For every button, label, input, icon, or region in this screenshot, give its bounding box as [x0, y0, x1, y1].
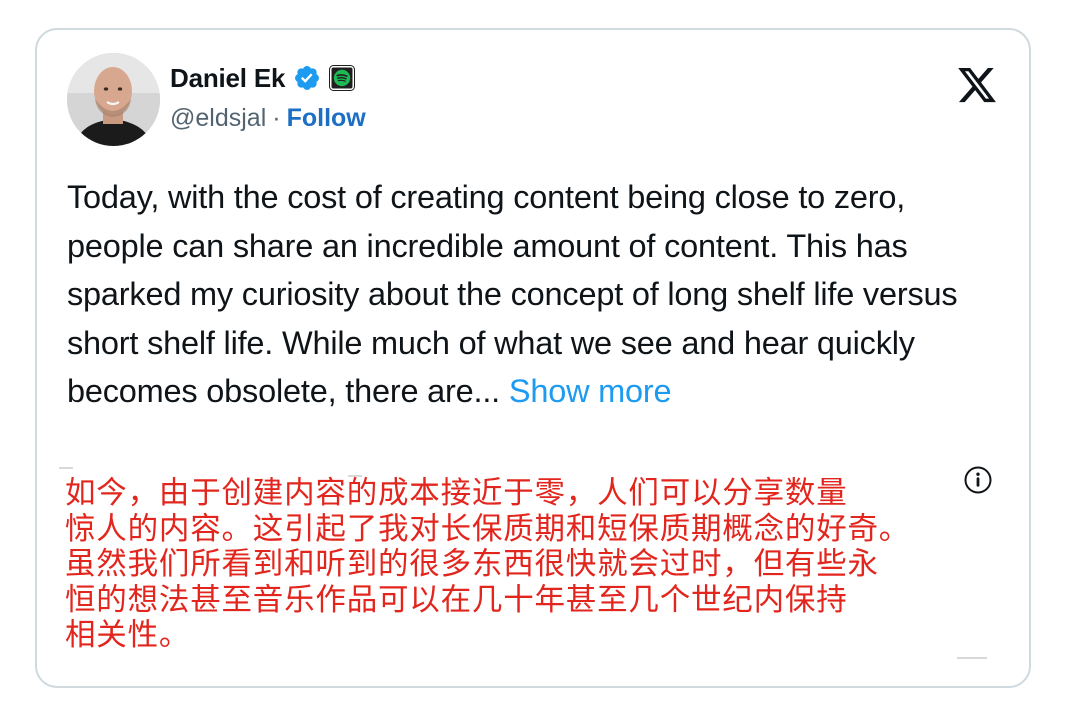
author-name-row: Daniel Ek — [170, 60, 356, 96]
author-handle[interactable]: @eldsjal — [170, 104, 266, 133]
tweet-card[interactable]: Daniel Ek @eldsjal · Follow Today, with … — [35, 28, 1031, 688]
spotify-icon[interactable] — [329, 65, 356, 91]
author-display-name[interactable]: Daniel Ek — [170, 63, 285, 94]
divider-fragment — [957, 657, 987, 659]
separator-dot: · — [272, 104, 281, 132]
follow-button[interactable]: Follow — [287, 104, 366, 133]
avatar-photo — [67, 53, 160, 146]
translation-text: 如今，由于创建内容的成本接近于零，人们可以分享数量 惊人的内容。这引起了我对长保… — [65, 476, 911, 653]
author-handle-row: @eldsjal · Follow — [170, 104, 366, 133]
verified-badge-icon — [293, 64, 321, 92]
divider-fragment — [59, 467, 73, 469]
x-logo-icon[interactable] — [955, 64, 999, 106]
tweet-body: Today, with the cost of creating content… — [67, 173, 1007, 416]
show-more-link[interactable]: Show more — [509, 373, 672, 409]
avatar[interactable] — [67, 53, 160, 146]
